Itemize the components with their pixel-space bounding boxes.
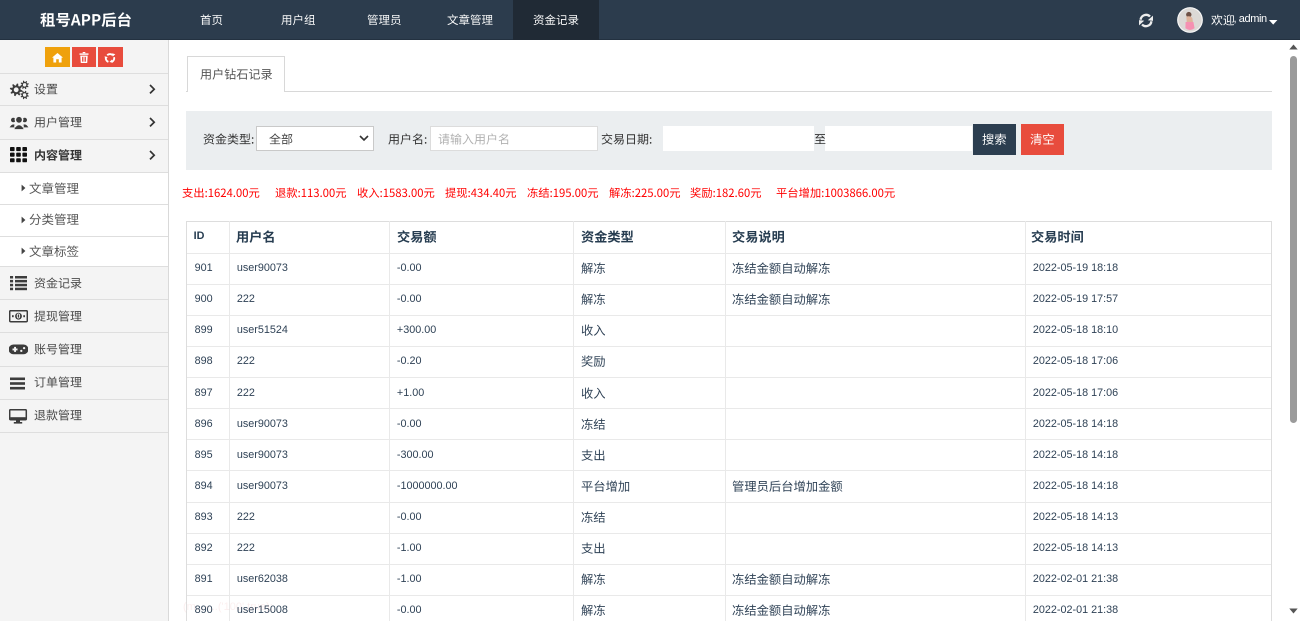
svg-text:0: 0	[17, 314, 21, 321]
